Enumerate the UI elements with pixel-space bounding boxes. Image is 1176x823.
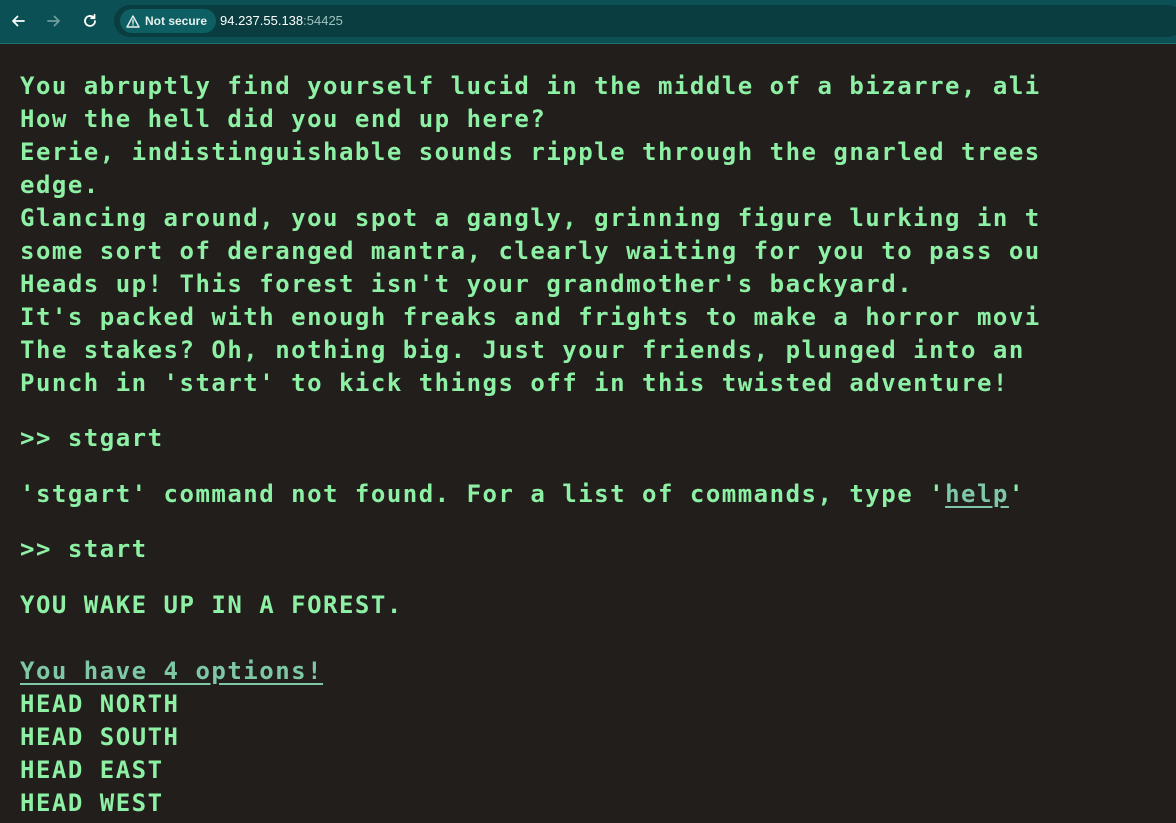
option-item: HEAD NORTH — [20, 690, 180, 718]
browser-toolbar: Not secure 94.237.55.138:54425 — [0, 0, 1176, 44]
option-item: HEAD EAST — [20, 756, 164, 784]
error-suffix: ' — [1008, 480, 1025, 508]
status-text: YOU WAKE UP IN A FOREST. — [20, 591, 403, 619]
url-host: 94.237.55.138 — [220, 13, 304, 28]
command-echo: >> stgart — [20, 424, 164, 452]
intro-line: It's packed with enough freaks and frigh… — [20, 303, 1041, 331]
security-label: Not secure — [145, 14, 208, 28]
intro-line: Heads up! This forest isn't your grandmo… — [20, 270, 914, 298]
intro-line: Punch in 'start' to kick things off in t… — [20, 369, 1009, 397]
intro-line: How the hell did you end up here? — [20, 105, 547, 133]
help-link[interactable]: help — [945, 480, 1009, 508]
error-text: 'stgart' command not found. For a list o… — [20, 480, 946, 508]
intro-line: Glancing around, you spot a gangly, grin… — [20, 204, 1041, 232]
intro-line: You abruptly find yourself lucid in the … — [20, 72, 1041, 100]
command-echo: >> start — [20, 535, 148, 563]
forward-arrow-icon — [47, 15, 60, 27]
terminal-output: You abruptly find yourself lucid in the … — [20, 44, 1176, 823]
option-item: HEAD SOUTH — [20, 723, 180, 751]
security-indicator[interactable]: Not secure — [120, 9, 217, 33]
warning-icon — [126, 14, 140, 28]
options-title: You have 4 options! — [20, 657, 324, 685]
address-bar[interactable]: Not secure 94.237.55.138:54425 — [114, 5, 1176, 37]
option-item: HEAD WEST — [20, 789, 164, 817]
intro-line: Eerie, indistinguishable sounds ripple t… — [20, 138, 1041, 166]
url-text[interactable]: 94.237.55.138:54425 — [220, 13, 343, 29]
forward-button[interactable] — [39, 6, 69, 36]
intro-line: edge. — [20, 171, 100, 199]
back-button[interactable] — [3, 6, 33, 36]
intro-line: some sort of deranged mantra, clearly wa… — [20, 237, 1041, 265]
reload-icon — [84, 13, 96, 27]
reload-button[interactable] — [75, 6, 105, 36]
back-arrow-icon — [12, 15, 25, 27]
url-port: :54425 — [303, 13, 343, 28]
intro-line: The stakes? Oh, nothing big. Just your f… — [20, 336, 1025, 364]
error-message: 'stgart' command not found. For a list o… — [20, 478, 1176, 511]
